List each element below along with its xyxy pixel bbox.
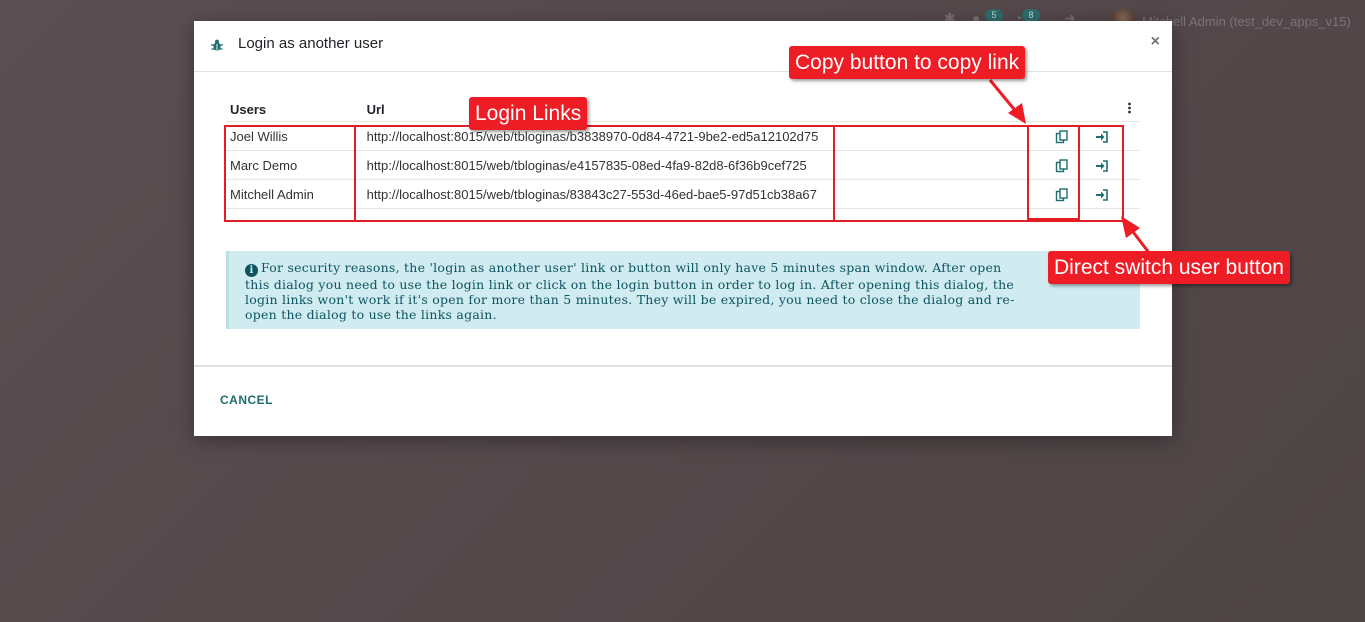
annotation-switch-button: Direct switch user button (1048, 251, 1290, 284)
annotation-arrows (988, 79, 1152, 255)
annotation-copy-button: Copy button to copy link (789, 46, 1026, 79)
annotation-login-links: Login Links (469, 97, 588, 130)
